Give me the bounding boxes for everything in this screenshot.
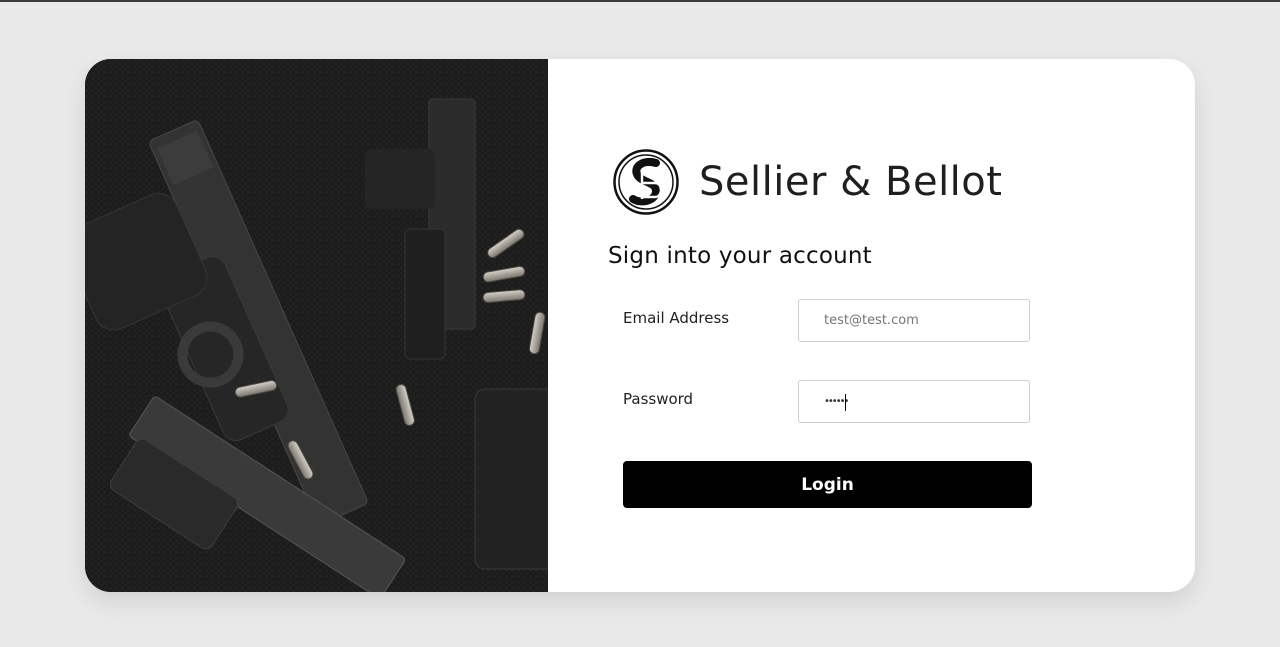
form-heading: Sign into your account: [608, 243, 872, 269]
email-label: Email Address: [623, 309, 730, 327]
brand: Sellier & Bellot: [613, 149, 1002, 215]
sb-monogram-logo-icon: [613, 149, 679, 215]
text-caret: [845, 394, 846, 411]
password-field[interactable]: [798, 380, 1030, 423]
email-field[interactable]: [798, 299, 1030, 342]
login-card: Sellier & Bellot Sign into your account …: [85, 59, 1195, 592]
brand-name: Sellier & Bellot: [699, 159, 1003, 205]
password-label: Password: [623, 390, 694, 408]
hero-image: [85, 59, 548, 592]
top-border: [0, 0, 1280, 2]
login-button[interactable]: Login: [623, 461, 1032, 508]
